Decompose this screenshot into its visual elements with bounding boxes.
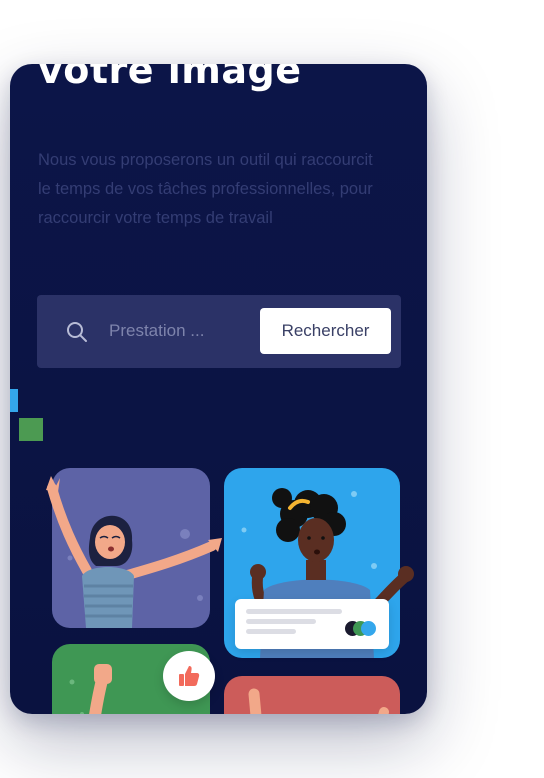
hero-description: Nous vous proposerons un outil qui racco… <box>38 151 373 227</box>
thumbs-up-icon <box>179 666 200 686</box>
like-bubble <box>163 651 215 701</box>
status-card <box>235 599 389 649</box>
search-bar: Rechercher <box>37 295 401 368</box>
mobile-screen: votre image Nous vous proposerons un out… <box>10 64 427 714</box>
dancing-woman-illustration <box>46 476 222 628</box>
search-input[interactable] <box>109 319 249 343</box>
illustration-tile-dancing-woman <box>46 468 222 628</box>
card-text-placeholder <box>246 629 296 634</box>
illustration-tile-waving-person <box>224 676 400 714</box>
search-button[interactable]: Rechercher <box>260 308 391 354</box>
card-text-placeholder <box>246 609 342 614</box>
page-title: votre image <box>38 64 302 92</box>
decorative-blue-square <box>10 389 18 412</box>
avatar-dot <box>361 621 376 636</box>
search-icon <box>65 320 89 344</box>
decorative-green-square <box>19 418 43 441</box>
waving-person-illustration <box>248 688 389 714</box>
card-text-placeholder <box>246 619 316 624</box>
